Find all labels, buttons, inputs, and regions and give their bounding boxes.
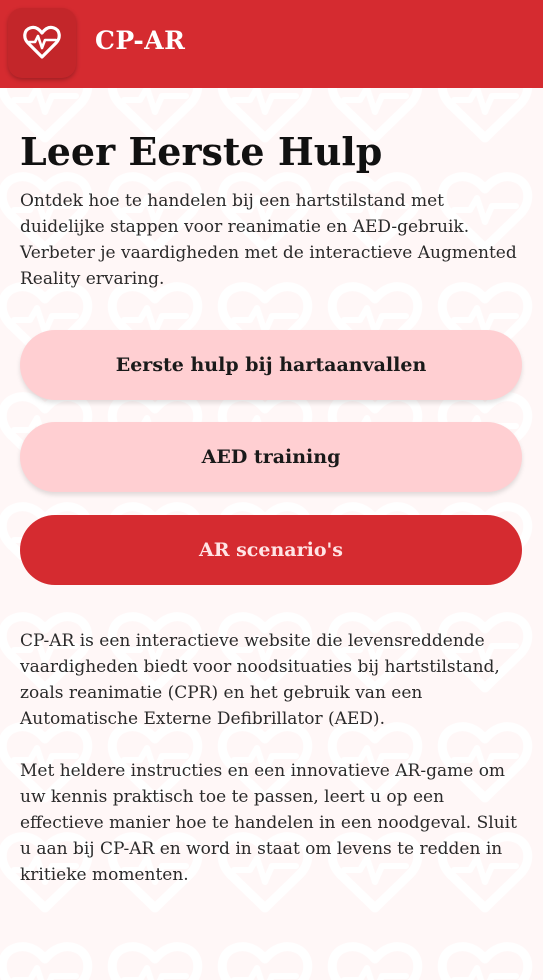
description-paragraph-2: Met heldere instructies en een innovatie… xyxy=(20,761,517,885)
heart-pulse-icon xyxy=(23,25,61,59)
description-paragraph-1: CP-AR is een interactieve website die le… xyxy=(20,631,500,729)
aed-training-button[interactable]: AED training xyxy=(20,422,522,492)
app-title[interactable]: CP-AR xyxy=(95,26,185,55)
page-title: Leer Eerste Hulp xyxy=(20,129,383,174)
intro-text: Ontdek hoe te handelen bij een hartstils… xyxy=(20,191,517,289)
ar-scenarios-button[interactable]: AR scenario's xyxy=(20,515,522,585)
app-header: CP-AR xyxy=(0,0,543,88)
app-logo[interactable] xyxy=(8,8,76,78)
first-aid-heart-attack-button[interactable]: Eerste hulp bij hartaanvallen xyxy=(20,330,522,400)
main-content: Leer Eerste Hulp Ontdek hoe te handelen … xyxy=(20,128,523,885)
